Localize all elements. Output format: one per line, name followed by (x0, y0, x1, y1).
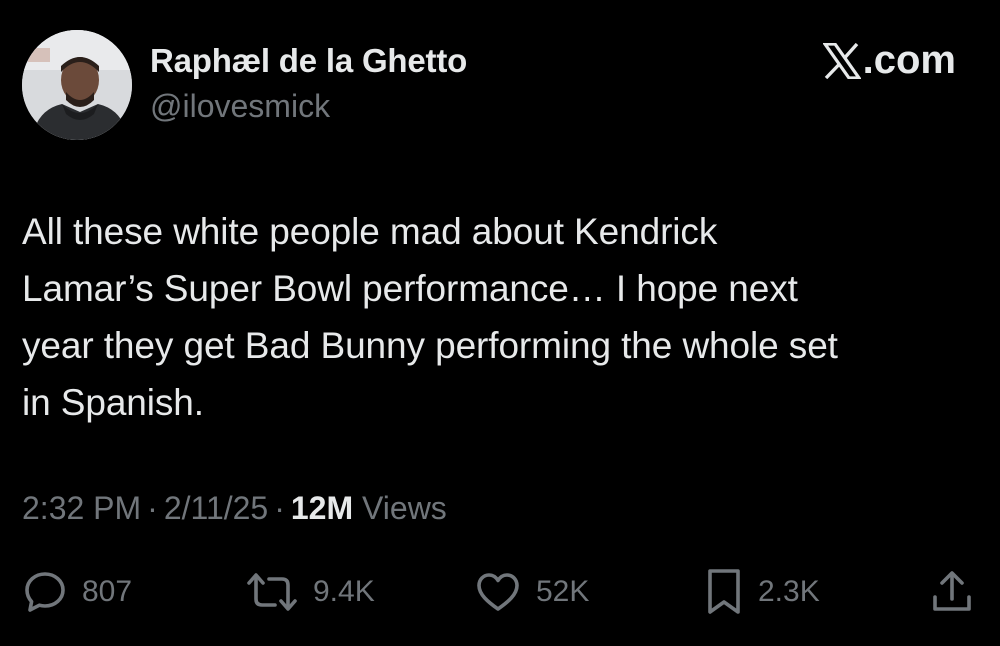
like-count: 52K (536, 575, 590, 608)
like-button[interactable]: 52K (474, 562, 589, 622)
x-logo-icon (821, 41, 862, 80)
share-button[interactable] (930, 562, 974, 622)
brand-label: .com (862, 38, 956, 82)
user-handle[interactable]: @ilovesmick (150, 88, 330, 125)
tweet-meta: 2:32 PM · 2/11/25 · 12M Views (22, 490, 447, 527)
tweet-card: Raphæl de la Ghetto @ilovesmick .com All… (0, 0, 1000, 646)
repost-icon (245, 569, 299, 615)
bookmark-button[interactable]: 2.3K (704, 562, 820, 622)
bookmark-icon (704, 567, 744, 617)
views-count[interactable]: 12M (291, 490, 353, 526)
reply-button[interactable]: 807 (22, 562, 132, 622)
meta-separator: · (274, 490, 285, 526)
action-bar: 807 9.4K 52K 2.3K (0, 562, 1000, 622)
tweet-time[interactable]: 2:32 PM (22, 490, 141, 526)
reply-icon (22, 569, 68, 615)
tweet-date[interactable]: 2/11/25 (164, 490, 268, 526)
views-label: Views (362, 490, 447, 526)
display-name[interactable]: Raphæl de la Ghetto (150, 42, 467, 80)
meta-separator: · (147, 490, 158, 526)
brand-link: .com (821, 38, 956, 83)
avatar-photo (22, 30, 132, 140)
repost-button[interactable]: 9.4K (245, 562, 375, 622)
share-icon (930, 569, 974, 615)
reply-count: 807 (82, 575, 133, 608)
tweet-text: All these white people mad about Kendric… (22, 211, 838, 423)
bookmark-count: 2.3K (758, 575, 820, 608)
avatar[interactable] (22, 30, 132, 140)
repost-count: 9.4K (313, 575, 375, 608)
heart-icon (474, 569, 522, 615)
